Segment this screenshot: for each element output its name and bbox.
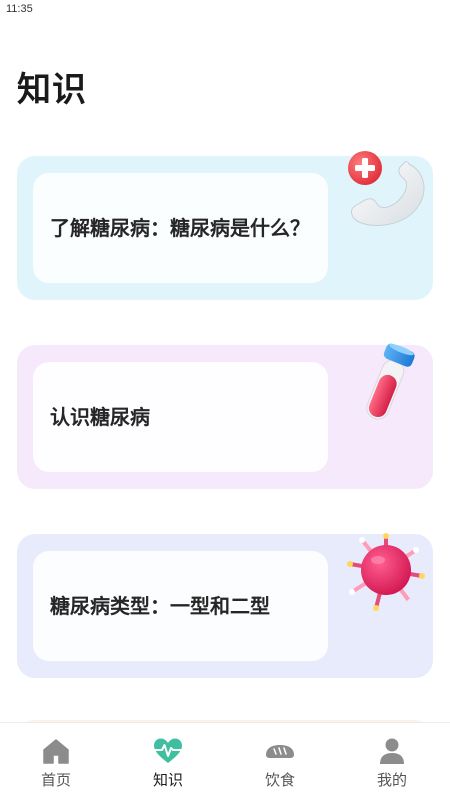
article-card-diabetes-types[interactable]: 糖尿病类型：一型和二型: [17, 533, 433, 678]
nav-item-home[interactable]: 首页: [0, 723, 112, 800]
knowledge-screen: 11:35 知识 了解糖尿病：糖尿病是什么？ 认识糖尿病 糖尿病类型：一型和二型…: [0, 0, 450, 800]
article-title: 认识糖尿病: [50, 405, 150, 429]
page-title: 知识: [17, 70, 87, 110]
user-icon: [380, 738, 404, 764]
status-time: 11:35: [6, 3, 33, 15]
test-tube-icon: [366, 343, 415, 420]
nav-label: 我的: [376, 771, 407, 789]
virus-icon: [347, 533, 425, 611]
home-icon: [43, 739, 69, 764]
article-card-panel: 了解糖尿病：糖尿病是什么？: [33, 173, 328, 283]
article-card-understand-diabetes[interactable]: 认识糖尿病: [17, 343, 433, 489]
phone-medical-icon: [348, 151, 425, 226]
article-card-what-is-diabetes[interactable]: 了解糖尿病：糖尿病是什么？: [17, 151, 433, 300]
article-title: 了解糖尿病：糖尿病是什么？: [50, 216, 310, 240]
article-title: 糖尿病类型：一型和二型: [50, 594, 270, 618]
article-card-panel: 认识糖尿病: [33, 362, 328, 472]
nav-item-diet[interactable]: 饮食: [224, 723, 336, 800]
status-bar: 11:35: [0, 0, 450, 22]
bread-icon: [266, 745, 294, 758]
nav-label: 知识: [152, 771, 183, 789]
article-card-panel: 糖尿病类型：一型和二型: [33, 551, 328, 661]
bottom-nav: 首页 知识 饮食 我的: [0, 722, 450, 800]
heartbeat-icon: [153, 738, 183, 763]
nav-label: 饮食: [264, 771, 295, 789]
nav-item-knowledge[interactable]: 知识: [112, 723, 224, 800]
nav-label: 首页: [40, 771, 71, 789]
nav-item-profile[interactable]: 我的: [336, 723, 448, 800]
